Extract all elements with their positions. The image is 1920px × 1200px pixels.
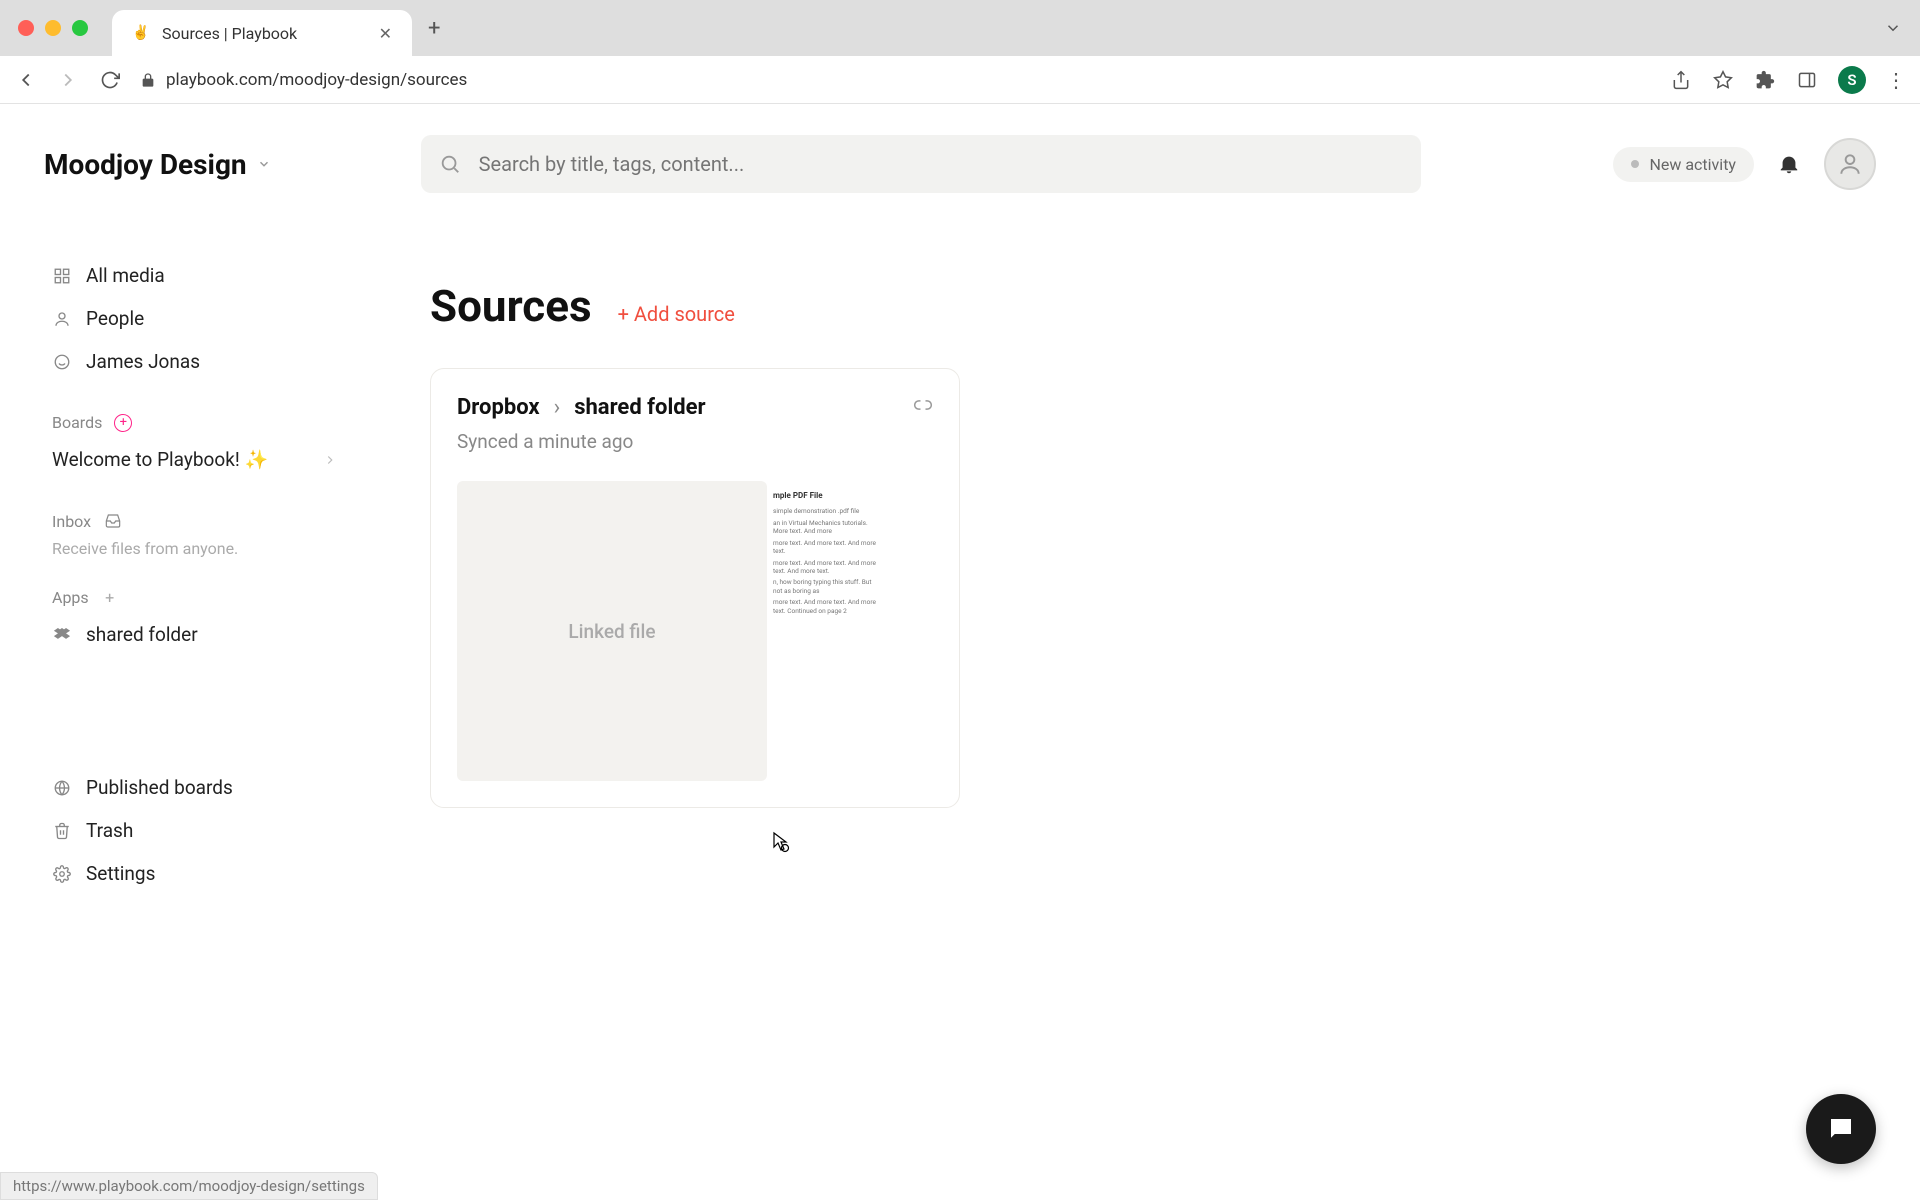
inbox-subtext: Receive files from anyone. bbox=[44, 539, 345, 558]
pdf-preview-line: simple demonstration .pdf file bbox=[773, 507, 879, 515]
sidebar-item-all-media[interactable]: All media bbox=[44, 254, 345, 297]
search-icon bbox=[439, 153, 461, 175]
new-activity-pill[interactable]: New activity bbox=[1613, 147, 1754, 182]
add-board-button[interactable]: + bbox=[114, 414, 132, 432]
extensions-icon[interactable] bbox=[1754, 69, 1776, 91]
window-controls bbox=[18, 20, 88, 36]
reload-button[interactable] bbox=[98, 68, 122, 92]
add-app-button[interactable]: + bbox=[101, 589, 119, 607]
sidebar-heading-inbox[interactable]: Inbox bbox=[44, 505, 345, 537]
forward-button[interactable] bbox=[56, 68, 80, 92]
back-button[interactable] bbox=[14, 68, 38, 92]
pdf-preview-title: mple PDF File bbox=[773, 491, 879, 501]
share-icon[interactable] bbox=[1670, 69, 1692, 91]
linked-file-thumbnail[interactable]: Linked file bbox=[457, 481, 767, 781]
page-title: Sources bbox=[430, 280, 592, 332]
sidebar-item-settings[interactable]: Settings bbox=[44, 852, 345, 895]
source-card[interactable]: Dropbox › shared folder Synced a minute … bbox=[430, 368, 960, 808]
new-activity-label: New activity bbox=[1649, 155, 1736, 174]
header-right: New activity bbox=[1613, 138, 1876, 190]
app-root: Moodjoy Design New activity bbox=[0, 104, 1920, 1200]
browser-toolbar: playbook.com/moodjoy-design/sources S ⋮ bbox=[0, 56, 1920, 104]
window-close[interactable] bbox=[18, 20, 34, 36]
source-thumbnails: Linked file mple PDF File simple demonst… bbox=[457, 481, 933, 781]
add-source-button[interactable]: + Add source bbox=[618, 302, 735, 326]
url-text: playbook.com/moodjoy-design/sources bbox=[166, 70, 467, 90]
sidebar-item-james[interactable]: James Jonas bbox=[44, 340, 345, 383]
person-icon bbox=[52, 309, 72, 329]
heading-label: Inbox bbox=[52, 512, 91, 531]
chat-fab[interactable] bbox=[1806, 1094, 1876, 1164]
pdf-preview-line: an in Virtual Mechanics tutorials. More … bbox=[773, 519, 879, 536]
sidebar-item-label: Published boards bbox=[86, 776, 233, 799]
lock-icon bbox=[140, 72, 156, 88]
unlink-icon[interactable] bbox=[913, 395, 933, 415]
sidebar-item-label: Settings bbox=[86, 862, 155, 885]
dropbox-icon bbox=[52, 625, 72, 645]
sidebar-heading-apps: Apps + bbox=[44, 582, 345, 613]
bookmark-star-icon[interactable] bbox=[1712, 69, 1734, 91]
globe-icon bbox=[52, 778, 72, 798]
heading-label: Apps bbox=[52, 588, 89, 607]
main-content: Sources + Add source Dropbox › shared fo… bbox=[370, 224, 1920, 1200]
sidebar: All media People James Jonas Boards + bbox=[0, 224, 370, 1200]
browser-profile-badge[interactable]: S bbox=[1838, 66, 1866, 94]
breadcrumb-separator: › bbox=[554, 395, 561, 420]
board-label: Welcome to Playbook! ✨ bbox=[52, 448, 268, 471]
app-label: shared folder bbox=[86, 623, 198, 646]
pdf-preview-line: more text. And more text. And more text. bbox=[773, 539, 879, 556]
sidebar-item-people[interactable]: People bbox=[44, 297, 345, 340]
notifications-bell-icon[interactable] bbox=[1778, 153, 1800, 175]
pdf-preview-line: n, how boring typing this stuff. But not… bbox=[773, 578, 879, 595]
workspace-switcher[interactable]: Moodjoy Design bbox=[44, 148, 271, 181]
pdf-preview-line: more text. And more text. And more text.… bbox=[773, 559, 879, 576]
synced-status: Synced a minute ago bbox=[457, 430, 933, 453]
window-minimize[interactable] bbox=[45, 20, 61, 36]
search-box bbox=[421, 135, 1421, 193]
grid-icon bbox=[52, 266, 72, 286]
smile-icon bbox=[52, 352, 72, 372]
app-header: Moodjoy Design New activity bbox=[0, 104, 1920, 224]
inbox-icon bbox=[103, 511, 123, 531]
user-avatar[interactable] bbox=[1824, 138, 1876, 190]
source-provider: Dropbox bbox=[457, 395, 540, 420]
sidebar-item-trash[interactable]: Trash bbox=[44, 809, 345, 852]
browser-tab[interactable]: ✌️ Sources | Playbook ✕ bbox=[112, 10, 412, 56]
page-title-row: Sources + Add source bbox=[430, 280, 1860, 332]
tab-favicon: ✌️ bbox=[132, 24, 150, 42]
sidebar-app-shared-folder[interactable]: shared folder bbox=[44, 613, 345, 656]
sidebar-item-label: Trash bbox=[86, 819, 133, 842]
sidebar-heading-boards: Boards + bbox=[44, 407, 345, 438]
activity-dot-icon bbox=[1631, 160, 1639, 168]
trash-icon bbox=[52, 821, 72, 841]
tab-close-icon[interactable]: ✕ bbox=[379, 24, 392, 43]
sidebar-item-label: James Jonas bbox=[86, 350, 200, 373]
pdf-preview-line: more text. And more text. And more text.… bbox=[773, 598, 879, 615]
window-zoom[interactable] bbox=[72, 20, 88, 36]
browser-tab-strip: ✌️ Sources | Playbook ✕ + bbox=[0, 0, 1920, 56]
linked-file-label: Linked file bbox=[568, 620, 655, 643]
chevron-down-icon bbox=[257, 157, 271, 171]
search-input[interactable] bbox=[421, 135, 1421, 193]
pdf-thumbnail[interactable]: mple PDF File simple demonstration .pdf … bbox=[773, 481, 879, 781]
sidebar-item-label: People bbox=[86, 307, 144, 330]
browser-menu-icon[interactable]: ⋮ bbox=[1886, 68, 1906, 92]
chevron-right-icon bbox=[323, 453, 337, 467]
address-bar[interactable]: playbook.com/moodjoy-design/sources bbox=[140, 70, 1652, 90]
source-folder: shared folder bbox=[574, 395, 705, 420]
heading-label: Boards bbox=[52, 413, 102, 432]
workspace-name: Moodjoy Design bbox=[44, 148, 247, 181]
toolbar-right: S ⋮ bbox=[1670, 66, 1906, 94]
status-bar-url: https://www.playbook.com/moodjoy-design/… bbox=[0, 1172, 378, 1200]
source-breadcrumb: Dropbox › shared folder bbox=[457, 395, 706, 420]
tab-title: Sources | Playbook bbox=[162, 24, 367, 43]
sidepanel-icon[interactable] bbox=[1796, 69, 1818, 91]
new-tab-button[interactable]: + bbox=[428, 16, 440, 41]
sidebar-item-label: All media bbox=[86, 264, 165, 287]
sidebar-board-welcome[interactable]: Welcome to Playbook! ✨ bbox=[44, 438, 345, 481]
tabs-overflow-icon[interactable] bbox=[1884, 19, 1902, 37]
gear-icon bbox=[52, 864, 72, 884]
sidebar-item-published[interactable]: Published boards bbox=[44, 766, 345, 809]
app-body: All media People James Jonas Boards + bbox=[0, 224, 1920, 1200]
